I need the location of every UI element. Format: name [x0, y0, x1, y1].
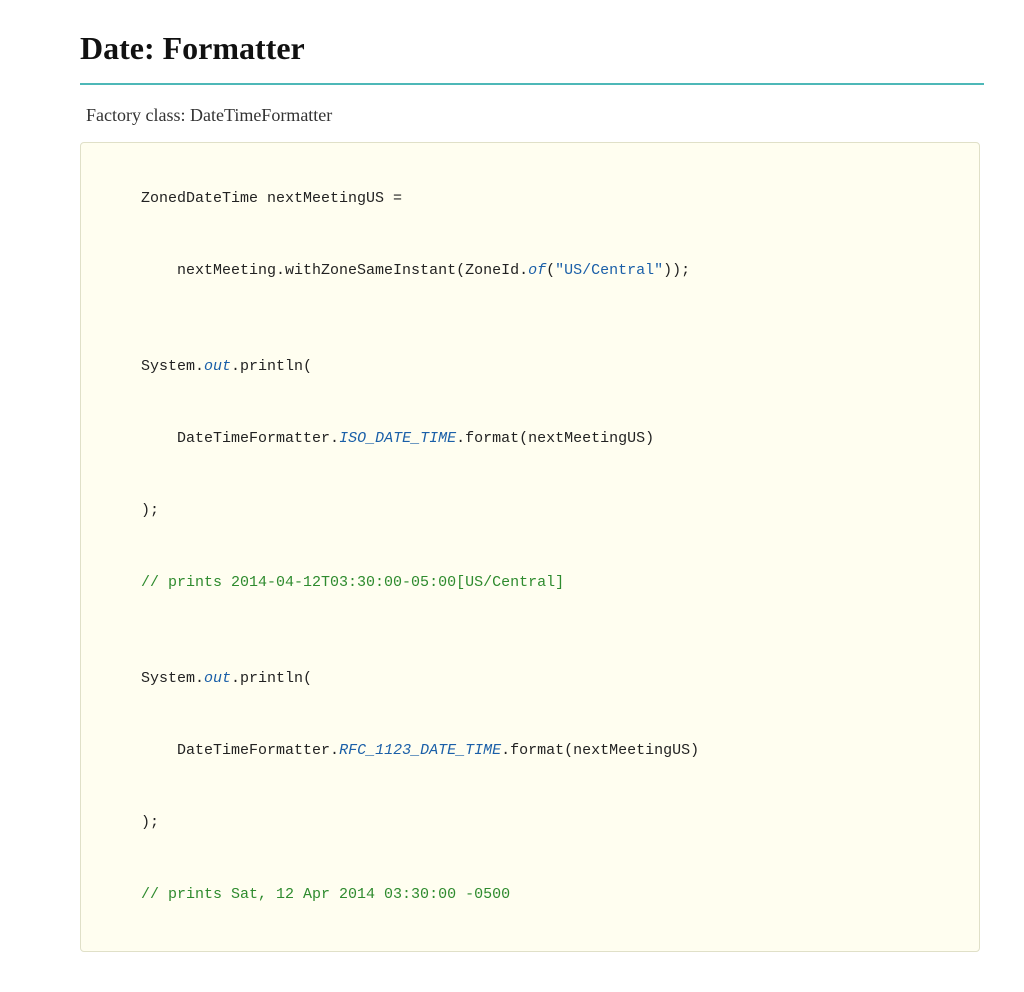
code-line-10: DateTimeFormatter.RFC_1123_DATE_TIME.for… [105, 715, 955, 787]
code-text: DateTimeFormatter. [141, 430, 339, 447]
code-comment-text: // prints 2014-04-12T03:30:00-05:00[US/C… [141, 574, 564, 591]
code-block: ZonedDateTime nextMeetingUS = nextMeetin… [80, 142, 980, 952]
code-text: ); [141, 502, 159, 519]
code-line-4: System.out.println( [105, 331, 955, 403]
code-field: out [204, 670, 231, 687]
code-line-6: ); [105, 475, 955, 547]
code-line-11: ); [105, 787, 955, 859]
code-comment-2: // prints Sat, 12 Apr 2014 03:30:00 -050… [105, 859, 955, 931]
code-blank-line [105, 307, 955, 331]
code-method: of [528, 262, 546, 279]
code-text: nextMeeting.withZoneSameInstant(ZoneId. [141, 262, 528, 279]
code-constant: ISO_DATE_TIME [339, 430, 456, 447]
code-text: ZonedDateTime nextMeetingUS = [141, 190, 402, 207]
code-line-2: nextMeeting.withZoneSameInstant(ZoneId.o… [105, 235, 955, 307]
code-comment-text-2: // prints Sat, 12 Apr 2014 03:30:00 -050… [141, 886, 510, 903]
code-blank-line-2 [105, 619, 955, 643]
code-line-9: System.out.println( [105, 643, 955, 715]
code-text: .println( [231, 670, 312, 687]
code-line-1: ZonedDateTime nextMeetingUS = [105, 163, 955, 235]
page-title: Date: Formatter [80, 30, 984, 67]
code-text: System. [141, 358, 204, 375]
code-text: .format(nextMeetingUS) [456, 430, 654, 447]
code-text: ); [141, 814, 159, 831]
code-text: DateTimeFormatter. [141, 742, 339, 759]
code-text: .format(nextMeetingUS) [501, 742, 699, 759]
section-divider [80, 83, 984, 85]
factory-class-label: Factory class: DateTimeFormatter [80, 105, 984, 126]
code-text: ( [546, 262, 555, 279]
code-comment-1: // prints 2014-04-12T03:30:00-05:00[US/C… [105, 547, 955, 619]
code-text: )); [663, 262, 690, 279]
code-line-5: DateTimeFormatter.ISO_DATE_TIME.format(n… [105, 403, 955, 475]
code-string: "US/Central" [555, 262, 663, 279]
code-text: System. [141, 670, 204, 687]
code-text: .println( [231, 358, 312, 375]
code-constant-2: RFC_1123_DATE_TIME [339, 742, 501, 759]
code-field: out [204, 358, 231, 375]
